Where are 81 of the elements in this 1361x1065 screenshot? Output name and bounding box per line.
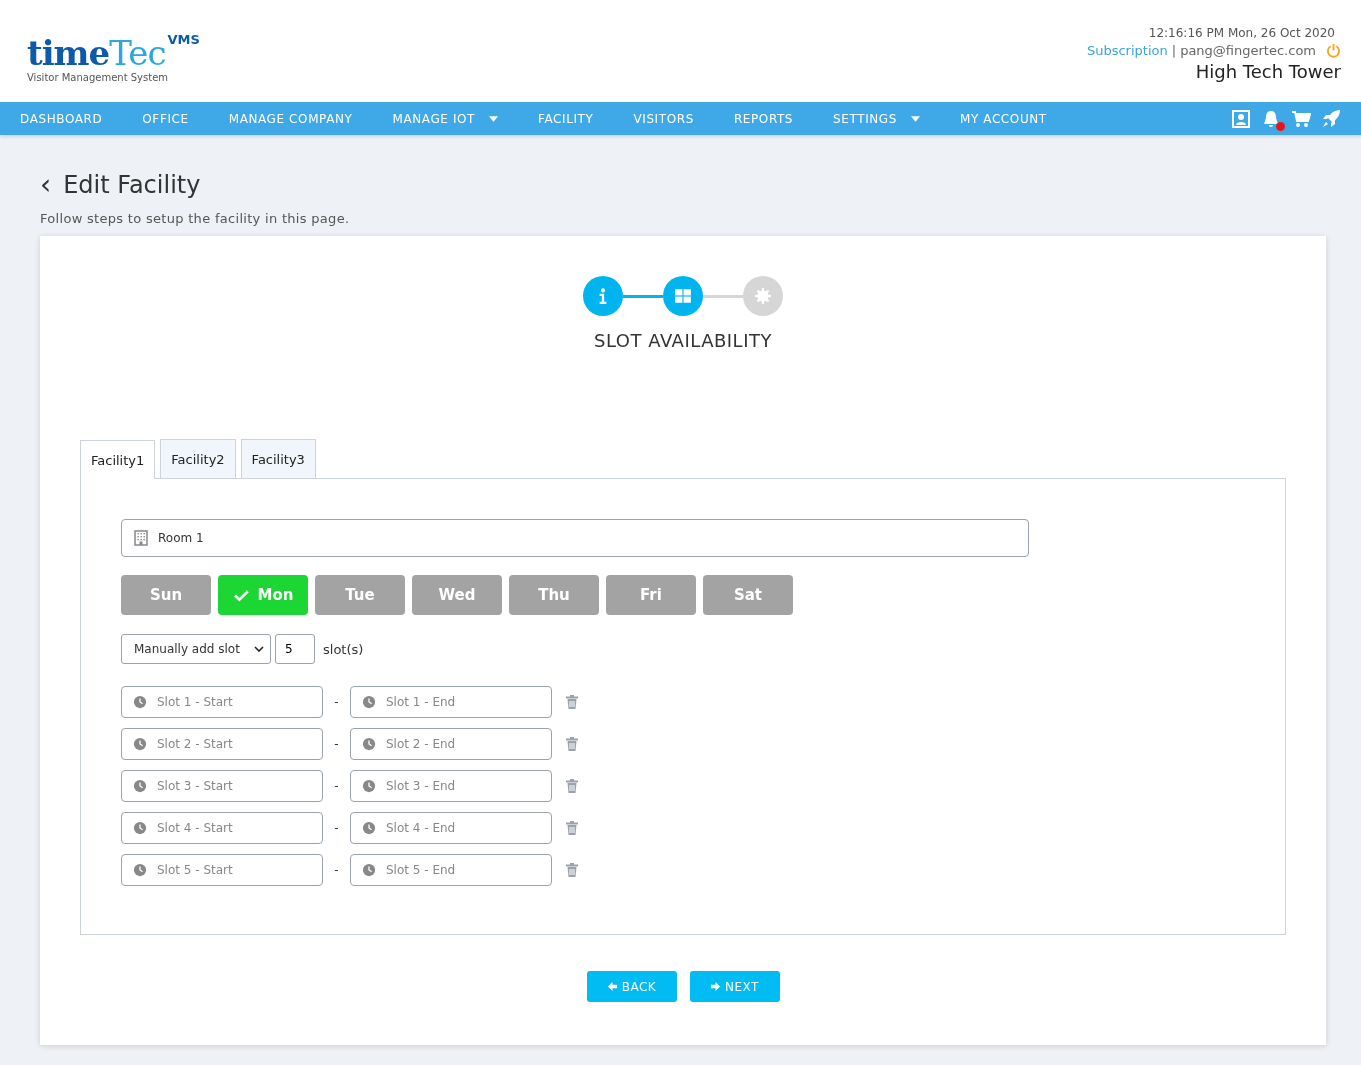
nav-item[interactable]: MY ACCOUNT <box>960 111 1047 126</box>
slot-unit-label: slot(s) <box>323 641 364 657</box>
time-field[interactable]: Slot 4 - End <box>350 812 552 844</box>
arrow-right-icon <box>710 981 722 992</box>
clock-icon <box>362 821 376 835</box>
time-field[interactable]: Slot 5 - End <box>350 854 552 886</box>
day-toggle[interactable]: Wed <box>412 575 502 615</box>
building-icon <box>134 530 148 546</box>
range-separator: - <box>333 779 340 793</box>
cart-icon[interactable] <box>1291 108 1311 129</box>
page-subtitle: Follow steps to setup the facility in this page. <box>40 211 351 226</box>
day-toggle[interactable]: Sun <box>121 575 211 615</box>
subscription-link[interactable]: Subscription <box>1086 43 1168 58</box>
trash-icon[interactable] <box>566 695 578 709</box>
logo-word: Tec <box>109 36 166 70</box>
separator: | <box>1171 43 1177 58</box>
trash-icon[interactable] <box>566 863 578 877</box>
trash-icon[interactable] <box>566 779 578 793</box>
clock-icon <box>133 737 147 751</box>
slot-mode-dropdown[interactable]: Manually add slot <box>121 634 271 664</box>
time-field[interactable]: Slot 3 - Start <box>121 770 323 802</box>
tab[interactable]: Facility2 <box>160 439 236 478</box>
slot-count-field[interactable]: 5 <box>275 634 315 664</box>
day-toggle[interactable]: Tue <box>315 575 405 615</box>
back-icon[interactable]: ‹ <box>40 171 52 199</box>
logo-tagline: Visitor Management System <box>27 72 170 83</box>
clock-icon <box>133 821 147 835</box>
clock-icon <box>362 737 376 751</box>
user-email: pang@fingertec.com <box>1180 43 1316 58</box>
step-title: SLOT AVAILABILITY <box>593 330 773 351</box>
nav-item[interactable]: DASHBOARD <box>20 111 103 126</box>
caret-icon <box>489 115 499 122</box>
day-toggle[interactable]: Mon <box>218 575 308 615</box>
day-toggle[interactable]: Fri <box>606 575 696 615</box>
trash-icon[interactable] <box>566 737 578 751</box>
site-name: High Tech Tower <box>1195 61 1341 82</box>
rocket-icon[interactable] <box>1321 108 1341 129</box>
next-button[interactable]: NEXT <box>689 971 780 1002</box>
day-toggle[interactable]: Thu <box>509 575 599 615</box>
power-icon[interactable] <box>1326 43 1341 58</box>
nav-item[interactable]: VISITORS <box>633 111 694 126</box>
nav-item[interactable]: OFFICE <box>142 111 189 126</box>
nav-item[interactable]: MANAGE COMPANY <box>228 111 353 126</box>
clock-icon <box>362 695 376 709</box>
nav-item[interactable]: MANAGE IOT <box>392 111 499 126</box>
tab[interactable]: Facility3 <box>240 439 316 478</box>
nav-item[interactable]: SETTINGS <box>833 111 920 126</box>
time-field[interactable]: Slot 1 - Start <box>121 686 323 718</box>
time-field[interactable]: Slot 1 - End <box>350 686 552 718</box>
nav-item[interactable]: FACILITY <box>538 111 594 126</box>
clock-icon <box>362 779 376 793</box>
time-field[interactable]: Slot 3 - End <box>350 770 552 802</box>
range-separator: - <box>333 863 340 877</box>
time-field[interactable]: Slot 4 - Start <box>121 812 323 844</box>
grid-icon <box>674 287 692 305</box>
back-button[interactable]: BACK <box>586 971 677 1002</box>
clock-icon <box>133 779 147 793</box>
datetime: 12:16:16 PM Mon, 26 Oct 2020 <box>1148 26 1335 40</box>
caret-icon <box>911 115 920 122</box>
page-title: Edit Facility <box>63 171 201 199</box>
notification-dot <box>1276 121 1285 131</box>
room-field[interactable]: Room 1 <box>121 519 1029 557</box>
arrow-left-icon <box>606 981 618 992</box>
clock-icon <box>133 863 147 877</box>
logo-text: VMS <box>167 33 200 46</box>
time-field[interactable]: Slot 2 - End <box>350 728 552 760</box>
contact-card-icon[interactable] <box>1231 108 1251 129</box>
nav-item[interactable]: REPORTS <box>733 111 794 126</box>
clock-icon <box>133 695 147 709</box>
logo-word: time <box>27 36 110 70</box>
range-separator: - <box>333 821 340 835</box>
time-field[interactable]: Slot 2 - Start <box>121 728 323 760</box>
gear-icon <box>754 287 772 305</box>
range-separator: - <box>333 695 340 709</box>
chevron-down-icon <box>254 646 264 652</box>
range-separator: - <box>333 737 340 751</box>
tab[interactable]: Facility1 <box>80 440 156 479</box>
clock-icon <box>362 863 376 877</box>
day-toggle[interactable]: Sat <box>703 575 793 615</box>
time-field[interactable]: Slot 5 - Start <box>121 854 323 886</box>
trash-icon[interactable] <box>566 821 578 835</box>
